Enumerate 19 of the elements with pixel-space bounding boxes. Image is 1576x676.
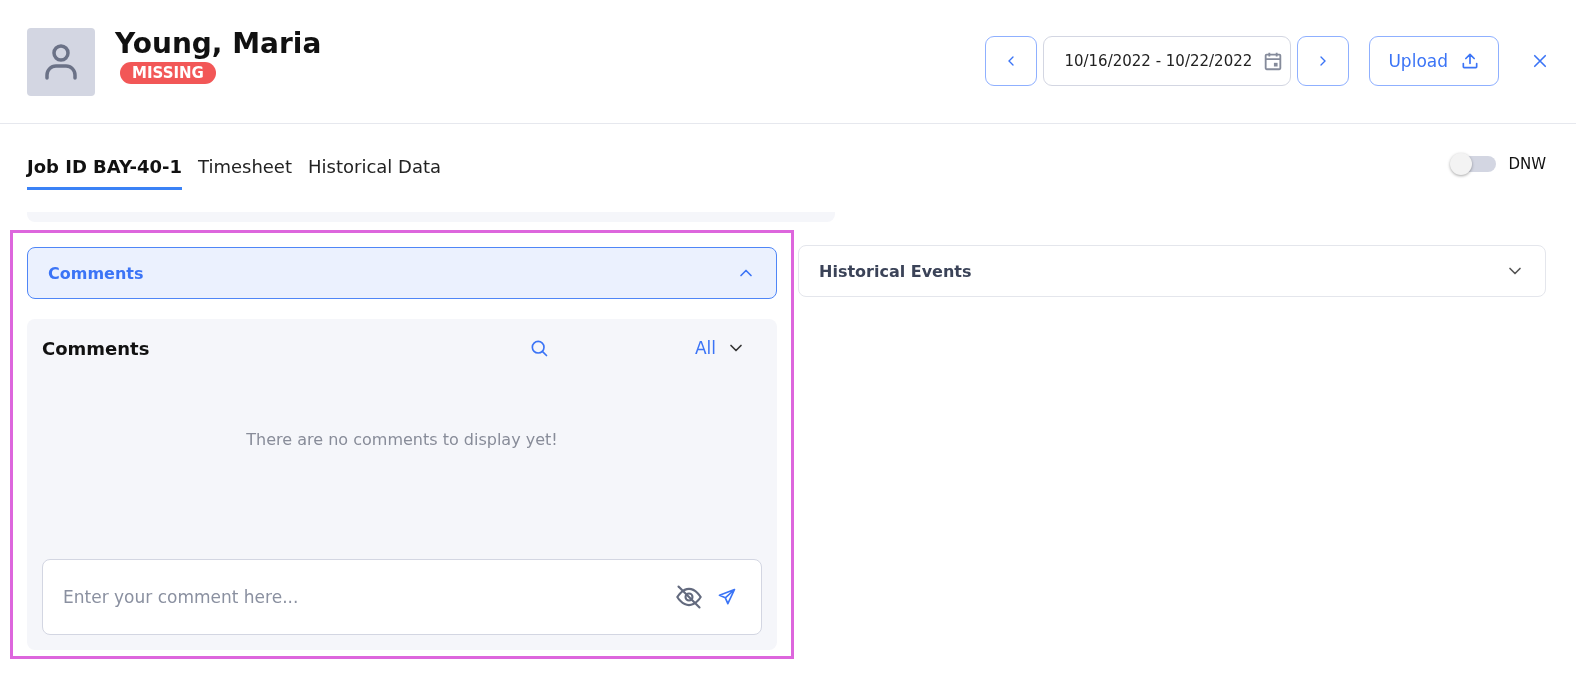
employee-name: Young, Maria: [115, 27, 322, 60]
person-icon: [44, 41, 78, 82]
panel-title: Comments: [42, 337, 151, 359]
status-badge: MISSING: [120, 62, 216, 84]
next-week-button[interactable]: [1297, 35, 1350, 86]
accordion-header[interactable]: Historical Events: [798, 245, 1546, 297]
tab[interactable]: Job ID BAY-40-1: [27, 154, 182, 190]
upload-button[interactable]: Upload: [1369, 35, 1499, 86]
filter-dropdown[interactable]: All: [688, 337, 752, 359]
tab[interactable]: Timesheet: [197, 154, 292, 190]
accordion-header[interactable]: Comments: [27, 247, 777, 299]
send-icon[interactable]: [717, 587, 737, 607]
tab[interactable]: Historical Data: [308, 154, 441, 190]
toggle-label: DNW: [1508, 155, 1546, 173]
comment-input-field[interactable]: Enter your comment here...: [61, 586, 661, 608]
date-range-field[interactable]: 10/16/2022 - 10/22/2022: [1043, 35, 1292, 86]
empty-message: There are no comments to display yet!: [246, 429, 558, 449]
eye-slash-icon[interactable]: [675, 583, 703, 611]
previous-week-button[interactable]: [985, 35, 1038, 86]
